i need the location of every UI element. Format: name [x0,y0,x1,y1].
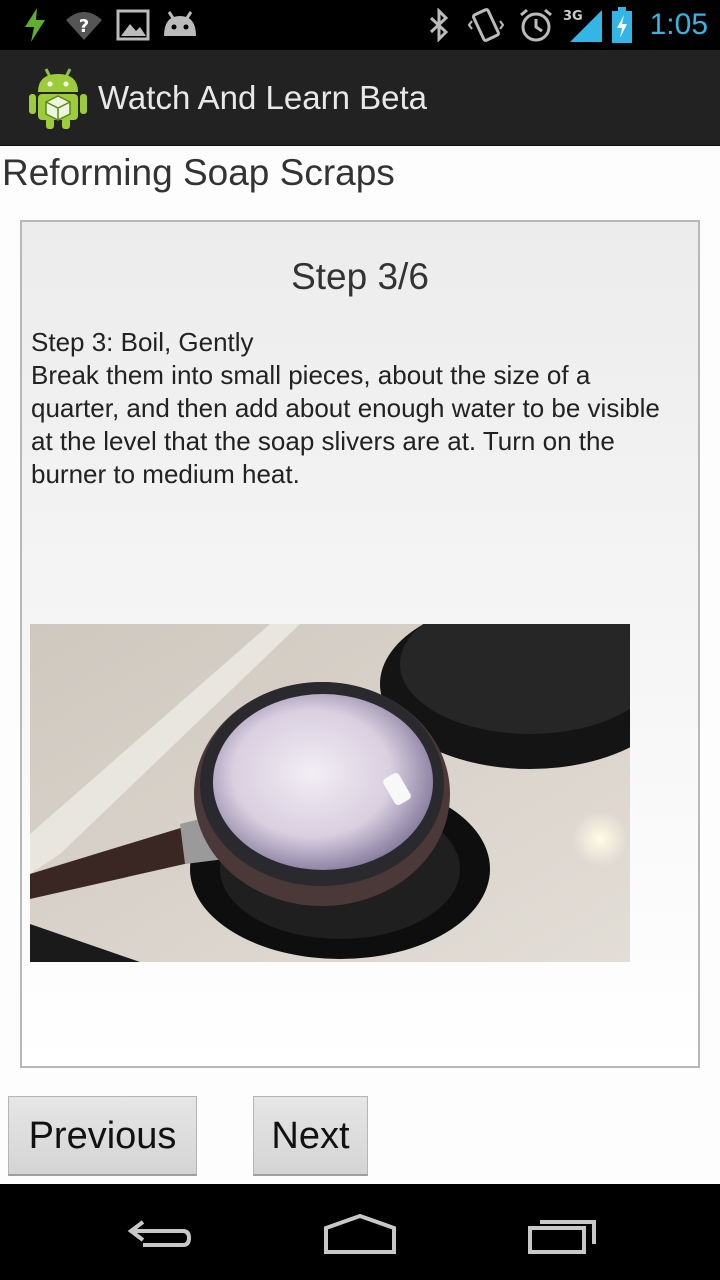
navigation-bar [0,1184,720,1280]
home-icon[interactable] [310,1204,410,1264]
previous-button[interactable]: Previous [8,1096,197,1176]
gallery-icon [116,6,150,44]
vibrate-icon [468,6,504,44]
step-counter: Step 3/6 [291,256,429,297]
bluetooth-icon [426,6,452,44]
back-icon[interactable] [110,1204,210,1264]
svg-text:?: ? [79,16,89,37]
status-time: 1:05 [649,8,708,41]
step-heading: Step 3: Boil, Gently [31,327,254,357]
status-bar: ? 3G 1:05 [0,0,720,50]
recent-apps-icon[interactable] [512,1204,612,1264]
step-card: Step 3/6 Step 3: Boil, Gently Break them… [20,220,700,1068]
page-title: Reforming Soap Scraps [2,152,395,193]
action-bar: Watch And Learn Beta [0,50,720,146]
charging-bolt-icon [22,6,48,44]
next-button[interactable]: Next [253,1096,368,1176]
content-area: Reforming Soap Scraps Step 3/6 Step 3: B… [0,146,720,1184]
app-title: Watch And Learn Beta [98,79,427,116]
battery-icon [610,6,634,44]
step-text: Step 3: Boil, Gently Break them into sma… [31,326,681,491]
step-body: Break them into small pieces, about the … [31,360,660,489]
alarm-icon [518,6,554,44]
signal-icon: 3G [562,6,604,44]
android-app-icon[interactable] [28,66,88,130]
wifi-unknown-icon: ? [64,6,104,44]
android-head-icon [160,6,200,44]
network-type-label: 3G [563,9,583,24]
pot-of-boiling-soap-photo [30,624,630,962]
